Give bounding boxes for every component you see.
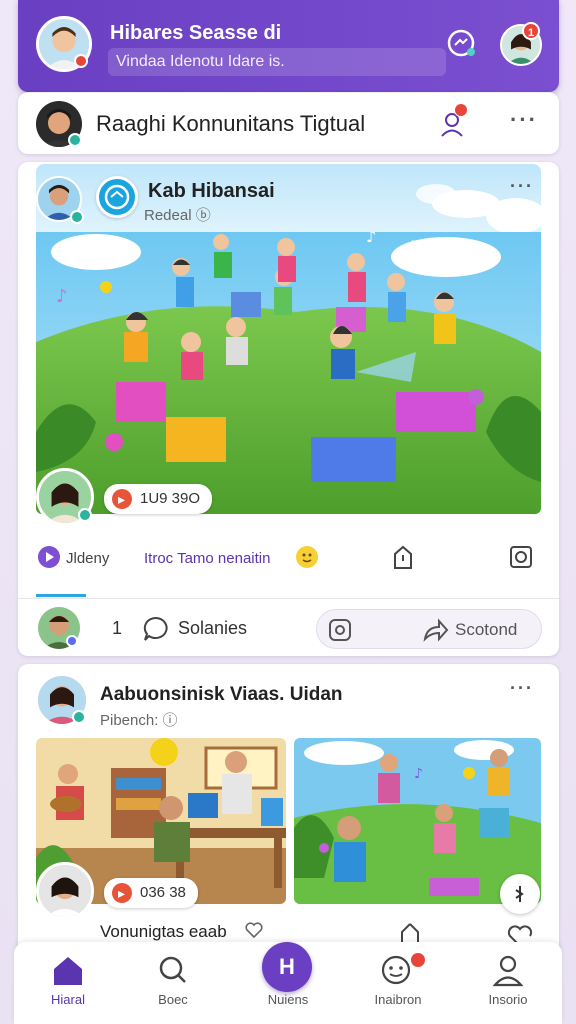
camera-icon[interactable] xyxy=(508,544,534,570)
record-icon xyxy=(112,878,132,908)
nav-search[interactable]: Boec xyxy=(123,942,223,1024)
notification-badge: 1 xyxy=(522,22,540,40)
live-indicator xyxy=(74,54,88,68)
audio-chip[interactable]: 1U9 39O xyxy=(104,484,213,514)
post-more-options-icon[interactable]: ··· xyxy=(510,678,534,699)
post-meta: Redeal ⓑ xyxy=(144,207,211,224)
svg-text:♪: ♪ xyxy=(56,286,68,307)
messages-icon[interactable] xyxy=(446,28,476,58)
audio-chip-label: 036 38 xyxy=(140,884,186,901)
commenter-status xyxy=(66,635,78,647)
create-icon[interactable]: H xyxy=(262,942,312,992)
bottom-navigation: Hiaral Boec H Nuiens Inaibron Insorio xyxy=(14,942,562,1024)
post-card: Aabuonsinisk Viaas. Uidan Pibench: ⓘ ··· xyxy=(18,664,559,964)
svg-text:♪: ♪ xyxy=(414,766,423,782)
post-card: Kab Hibansai Redeal ⓑ ··· ♪ ♪ ♫ ▸ 1U9 39… xyxy=(18,162,559,656)
notifications-badge xyxy=(410,952,426,968)
nav-search-label: Boec xyxy=(158,992,188,1007)
nav-profile-label: Insorio xyxy=(488,992,528,1007)
audio-host-avatar[interactable] xyxy=(36,862,94,920)
nav-profile[interactable]: Insorio xyxy=(458,942,558,1024)
react-icon[interactable] xyxy=(38,546,60,568)
bookmark-icon[interactable] xyxy=(390,544,416,572)
comment-icon[interactable] xyxy=(142,615,170,643)
post-caption: Vonunigtas eaab xyxy=(100,922,227,941)
search-icon xyxy=(153,952,193,988)
profile-icon xyxy=(488,952,528,988)
react-label[interactable]: Jldeny xyxy=(66,550,109,567)
composer-bar[interactable]: Raaghi Konnunitans Tigtual ··· xyxy=(18,92,559,154)
emoji-icon xyxy=(296,546,318,568)
bookmark-icon[interactable] xyxy=(398,922,422,944)
audio-chip-label: 1U9 39O xyxy=(140,490,201,507)
svg-text:♫: ♫ xyxy=(406,237,420,256)
comment-button[interactable]: Solanies xyxy=(178,618,247,639)
app-header: Hibares Seasse di Vindaa Idenotu Idare i… xyxy=(18,0,559,92)
nav-notifications-label: Inaibron xyxy=(374,992,422,1007)
post-image[interactable]: ♪ ♪ ♫ xyxy=(36,232,541,514)
comment-bar: 1 Solanies Scotond xyxy=(18,598,559,656)
caption-heart-icon[interactable] xyxy=(244,920,264,940)
post-author-name[interactable]: Kab Hibansai xyxy=(148,180,275,203)
post-meta: Pibench: ⓘ xyxy=(100,712,178,729)
home-icon xyxy=(48,952,88,988)
author-online-indicator xyxy=(72,710,86,724)
post-author-name[interactable]: Aabuonsinisk Viaas. Uidan xyxy=(100,684,343,706)
share-icon[interactable] xyxy=(421,617,449,643)
active-tab-indicator xyxy=(36,594,86,597)
online-indicator xyxy=(68,133,82,147)
record-icon xyxy=(112,484,132,514)
svg-text:♪: ♪ xyxy=(366,232,376,246)
nav-notifications[interactable]: Inaibron xyxy=(348,942,448,1024)
share-pill[interactable]: Scotond xyxy=(316,609,542,649)
friends-badge xyxy=(454,103,468,117)
friends-icon[interactable] xyxy=(438,103,468,139)
post-actions: Jldeny Itroc Tamo nenaitin xyxy=(18,534,559,580)
nav-create[interactable]: H Nuiens xyxy=(238,942,338,1024)
composer-prompt[interactable]: Raaghi Konnunitans Tigtual xyxy=(96,111,365,137)
share-button[interactable]: Scotond xyxy=(455,620,517,640)
header-title: Hibares Seasse di xyxy=(110,22,282,44)
copy-icon[interactable] xyxy=(327,617,353,643)
reaction-summary[interactable]: Itroc Tamo nenaitin xyxy=(144,550,270,567)
more-options-icon[interactable]: ··· xyxy=(510,107,538,133)
post-more-options-icon[interactable]: ··· xyxy=(510,176,534,197)
author-online-indicator xyxy=(70,210,84,224)
nav-home[interactable]: Hiaral xyxy=(18,942,118,1024)
nav-create-label: Nuiens xyxy=(267,992,309,1007)
audio-host-status xyxy=(78,508,92,522)
play-icon[interactable] xyxy=(500,874,540,914)
group-logo-icon[interactable] xyxy=(96,176,138,218)
nav-home-label: Hiaral xyxy=(51,992,85,1007)
header-subtitle: Vindaa Idenotu Idare is. xyxy=(108,48,446,76)
audio-chip[interactable]: 036 38 xyxy=(104,878,198,908)
comment-count: 1 xyxy=(112,618,123,638)
